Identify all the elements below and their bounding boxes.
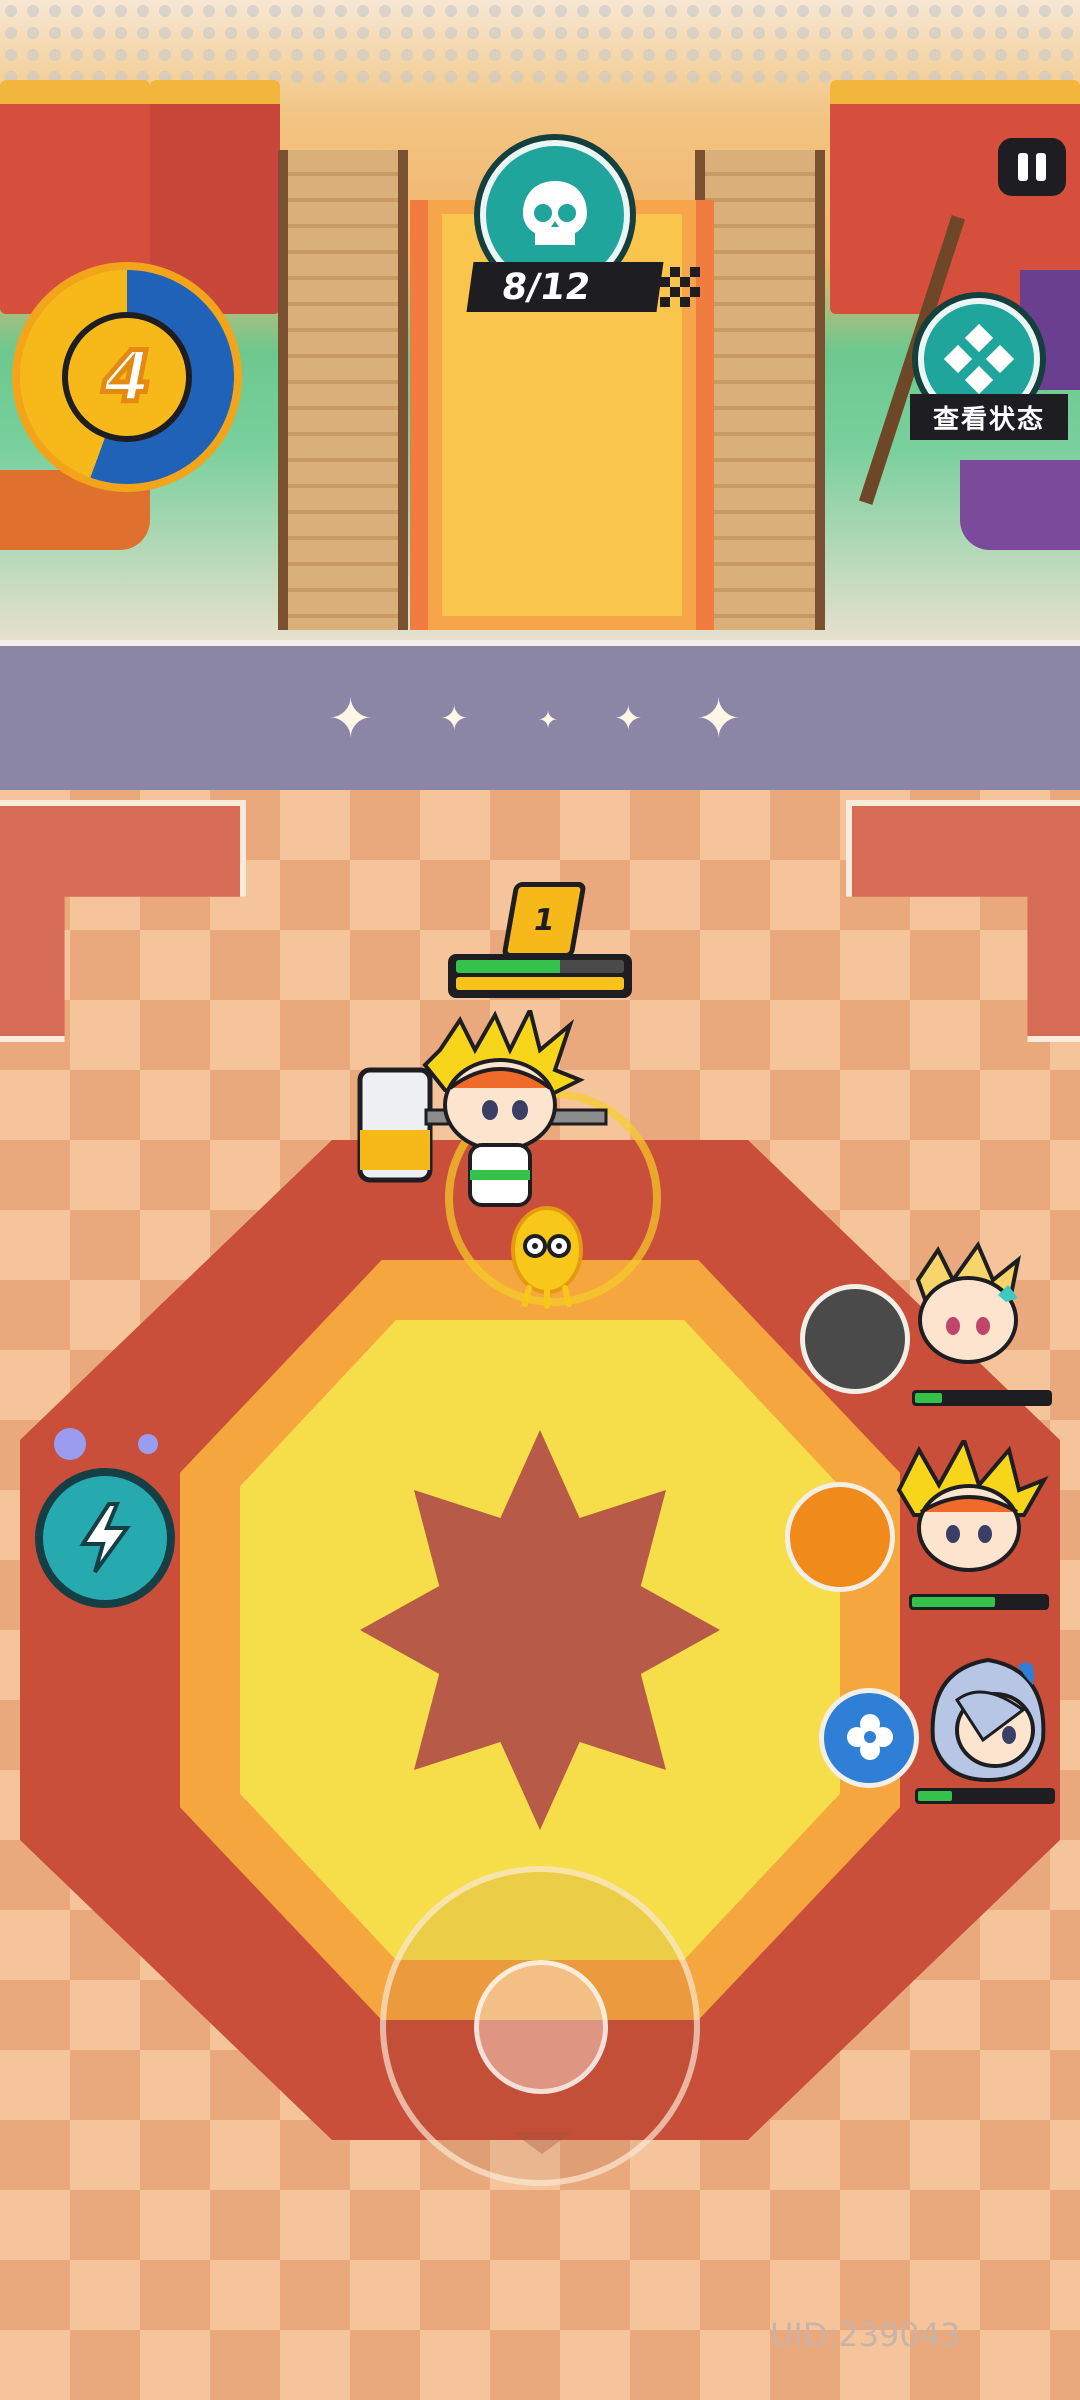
blonde-star-hero-portrait [915,1240,1022,1364]
kill-counter: 8/12 [466,262,664,312]
player-hero-sprite [357,1010,608,1207]
energy-value: 4 [100,334,154,421]
lightning-icon [79,1502,131,1574]
diamond-grid-icon [944,324,1014,394]
lightning-skill-button[interactable] [35,1468,175,1608]
sparkle-icon: ✦ [614,699,643,739]
dotted-pattern [0,0,1080,90]
team-hp-fill [918,1791,952,1801]
team-hp-bar [912,1390,1052,1406]
player-status-bars [448,954,632,998]
team-member-3[interactable] [815,1640,1075,1810]
checker-decoration [660,267,700,307]
stone-walkway: ✦ ✦ ✦ ✦ ✦ [0,640,1080,796]
team-hp-bar [915,1788,1055,1804]
sparkle-icon: ✦ [538,706,559,734]
player-hp-fill [456,960,561,973]
pause-button[interactable] [998,138,1066,196]
player-hp-bar [456,960,624,973]
energy-gauge-core: 4 [62,312,192,442]
player-energy-fill [456,977,624,990]
player-level: 1 [530,902,558,938]
team-member-1[interactable] [800,1240,1060,1410]
player-level-badge: 1 [501,882,587,958]
sparkle-icon: ✦ [440,699,469,739]
player-energy-bar [456,977,624,990]
pet-companion-sprite [511,1206,583,1309]
team-hp-bar [909,1594,1049,1610]
pause-icon [1014,153,1050,181]
sparkle-icon: ✦ [696,687,742,750]
kill-counter-box: 8/12 [466,262,700,312]
uid-label: UID:239043 [770,2316,961,2354]
bubble-decoration [138,1434,158,1454]
bubble-decoration [54,1428,86,1460]
blue-hair-hero-portrait [930,1657,1046,1783]
team-hp-fill [912,1597,996,1607]
flower-icon [847,1714,893,1760]
yellow-spiky-hero-portrait [896,1440,1049,1572]
left-stairs [278,150,408,630]
view-status-label[interactable]: 查看状态 [910,394,1068,440]
team-skill-orb[interactable] [800,1284,910,1394]
team-hp-fill [915,1393,942,1403]
skull-icon [523,181,587,245]
virtual-joystick-knob[interactable] [474,1960,608,2094]
arena-center-star [360,1430,720,1830]
sparkle-icon: ✦ [328,687,374,750]
right-dock [960,460,1080,550]
team-skill-orb[interactable] [785,1482,895,1592]
right-stairs [695,150,825,630]
team-member-2[interactable] [785,1440,1049,1610]
